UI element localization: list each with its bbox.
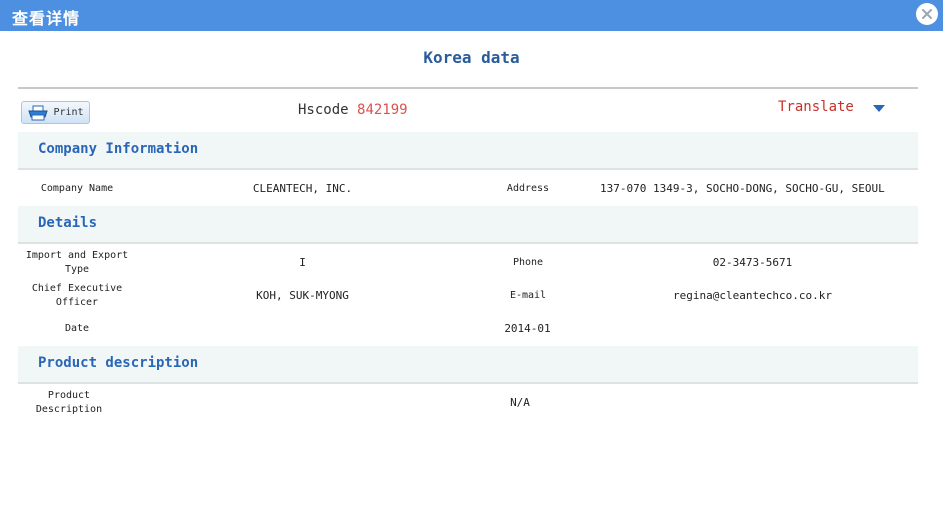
hscode-value: 842199 bbox=[357, 102, 408, 118]
import-export-type-label: Import and Export Type bbox=[25, 250, 129, 275]
translate-link[interactable]: Translate bbox=[778, 99, 854, 115]
import-export-type-value: I bbox=[299, 256, 306, 269]
hscode-label: Hscode bbox=[298, 102, 349, 118]
print-label: Print bbox=[53, 107, 84, 118]
email-value: regina@cleantechco.co.kr bbox=[673, 289, 832, 302]
product-description-value: N/A bbox=[510, 396, 530, 409]
phone-label: Phone bbox=[512, 257, 544, 268]
phone-value: 02-3473-5671 bbox=[712, 256, 793, 269]
section-company-title: Company Information bbox=[38, 141, 199, 157]
date-label: Date bbox=[64, 323, 90, 334]
caret-down-icon[interactable] bbox=[873, 105, 885, 112]
company-name-value: CLEANTECH, INC. bbox=[252, 182, 353, 195]
section-details-title: Details bbox=[38, 215, 98, 231]
section-details-header: Details bbox=[18, 206, 918, 244]
page-title: Korea data bbox=[423, 48, 520, 67]
divider bbox=[18, 87, 918, 89]
ceo-value: KOH, SUK-MYONG bbox=[256, 289, 349, 302]
dialog-titlebar: 查看详情 bbox=[0, 0, 943, 31]
ceo-label: Chief Executive Officer bbox=[31, 283, 123, 308]
section-product-title: Product description bbox=[38, 355, 199, 371]
section-company-header: Company Information bbox=[18, 132, 918, 170]
section-product-header: Product description bbox=[18, 346, 918, 384]
company-name-label: Company Name bbox=[40, 183, 114, 194]
product-description-label: Product Description bbox=[35, 390, 103, 415]
close-button[interactable] bbox=[916, 3, 938, 25]
email-label: E-mail bbox=[509, 290, 547, 301]
close-icon bbox=[922, 9, 932, 19]
dialog-title: 查看详情 bbox=[12, 9, 81, 28]
print-button[interactable]: Print bbox=[21, 101, 90, 124]
address-label: Address bbox=[506, 183, 550, 194]
address-value: 137-070 1349-3, SOCHO-DONG, SOCHO-GU, SE… bbox=[600, 182, 885, 195]
hscode: Hscode 842199 bbox=[298, 102, 408, 118]
date-value: 2014-01 bbox=[504, 322, 551, 335]
printer-icon bbox=[28, 105, 49, 120]
